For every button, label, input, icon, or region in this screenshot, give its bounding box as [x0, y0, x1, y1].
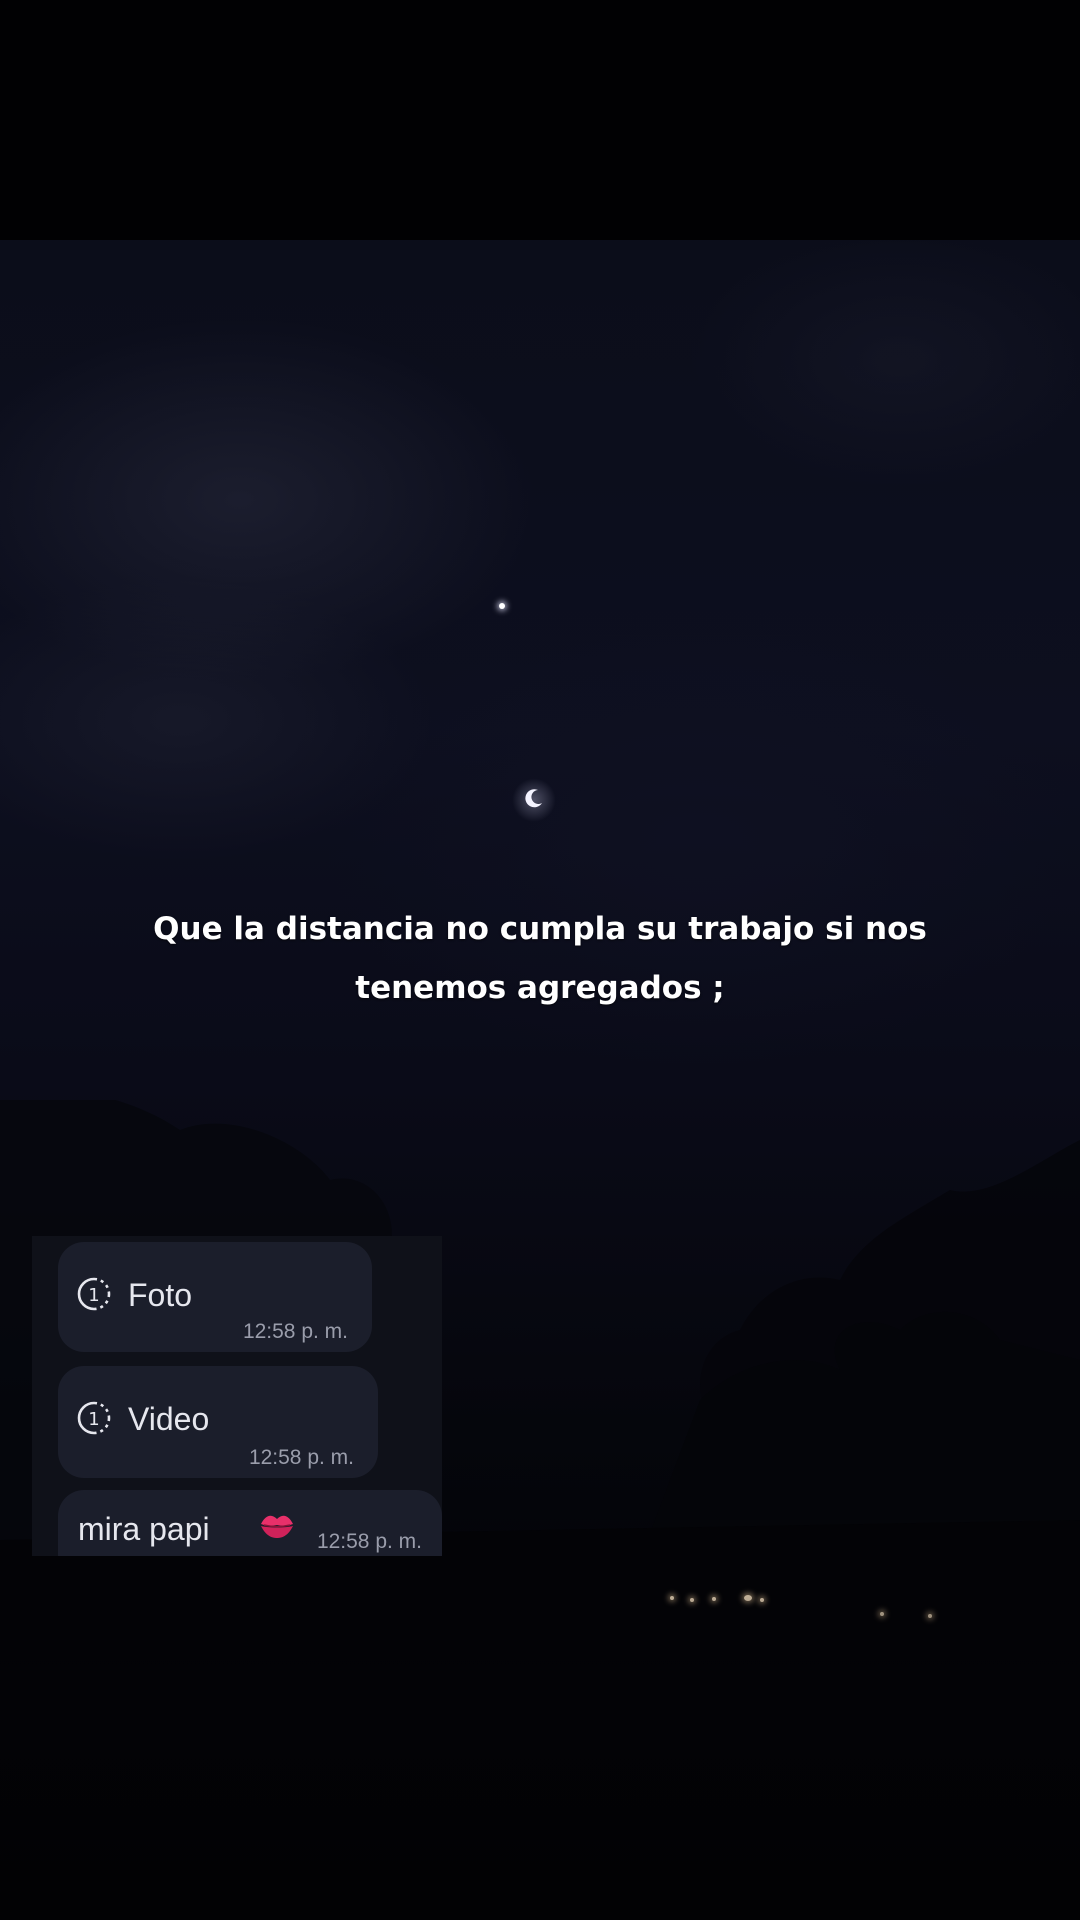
chat-bubble-video[interactable]: 1 Video 12:58 p. m. — [58, 1366, 378, 1478]
message-label: mira papi — [78, 1511, 210, 1547]
bottom-fade — [0, 1560, 1080, 1920]
story-canvas: Que la distancia no cumpla su trabajo si… — [0, 0, 1080, 1920]
svg-text:1: 1 — [88, 1409, 99, 1430]
view-once-icon: 1 — [77, 1401, 111, 1435]
message-timestamp: 12:58 p. m. — [242, 1320, 348, 1343]
kiss-mark-emoji-icon — [261, 1515, 293, 1538]
message-label: Video — [128, 1401, 210, 1437]
story-caption: Que la distancia no cumpla su trabajo si… — [153, 911, 927, 1006]
star — [499, 603, 505, 609]
view-once-icon: 1 — [77, 1277, 111, 1311]
top-letterbox — [0, 0, 1080, 240]
message-timestamp: 12:58 p. m. — [316, 1530, 422, 1553]
chat-bubble-foto[interactable]: 1 Foto 12:58 p. m. — [58, 1242, 372, 1352]
crescent-moon-icon — [525, 789, 542, 808]
chat-bubble-text[interactable]: mira papi 12:58 p. m. — [58, 1490, 442, 1556]
chat-screenshot: 1 Foto 12:58 p. m. 1 Video 12:58 p. m. m… — [32, 1236, 442, 1556]
svg-text:1: 1 — [88, 1285, 99, 1306]
message-label: Foto — [128, 1277, 193, 1313]
message-timestamp: 12:58 p. m. — [248, 1446, 354, 1469]
